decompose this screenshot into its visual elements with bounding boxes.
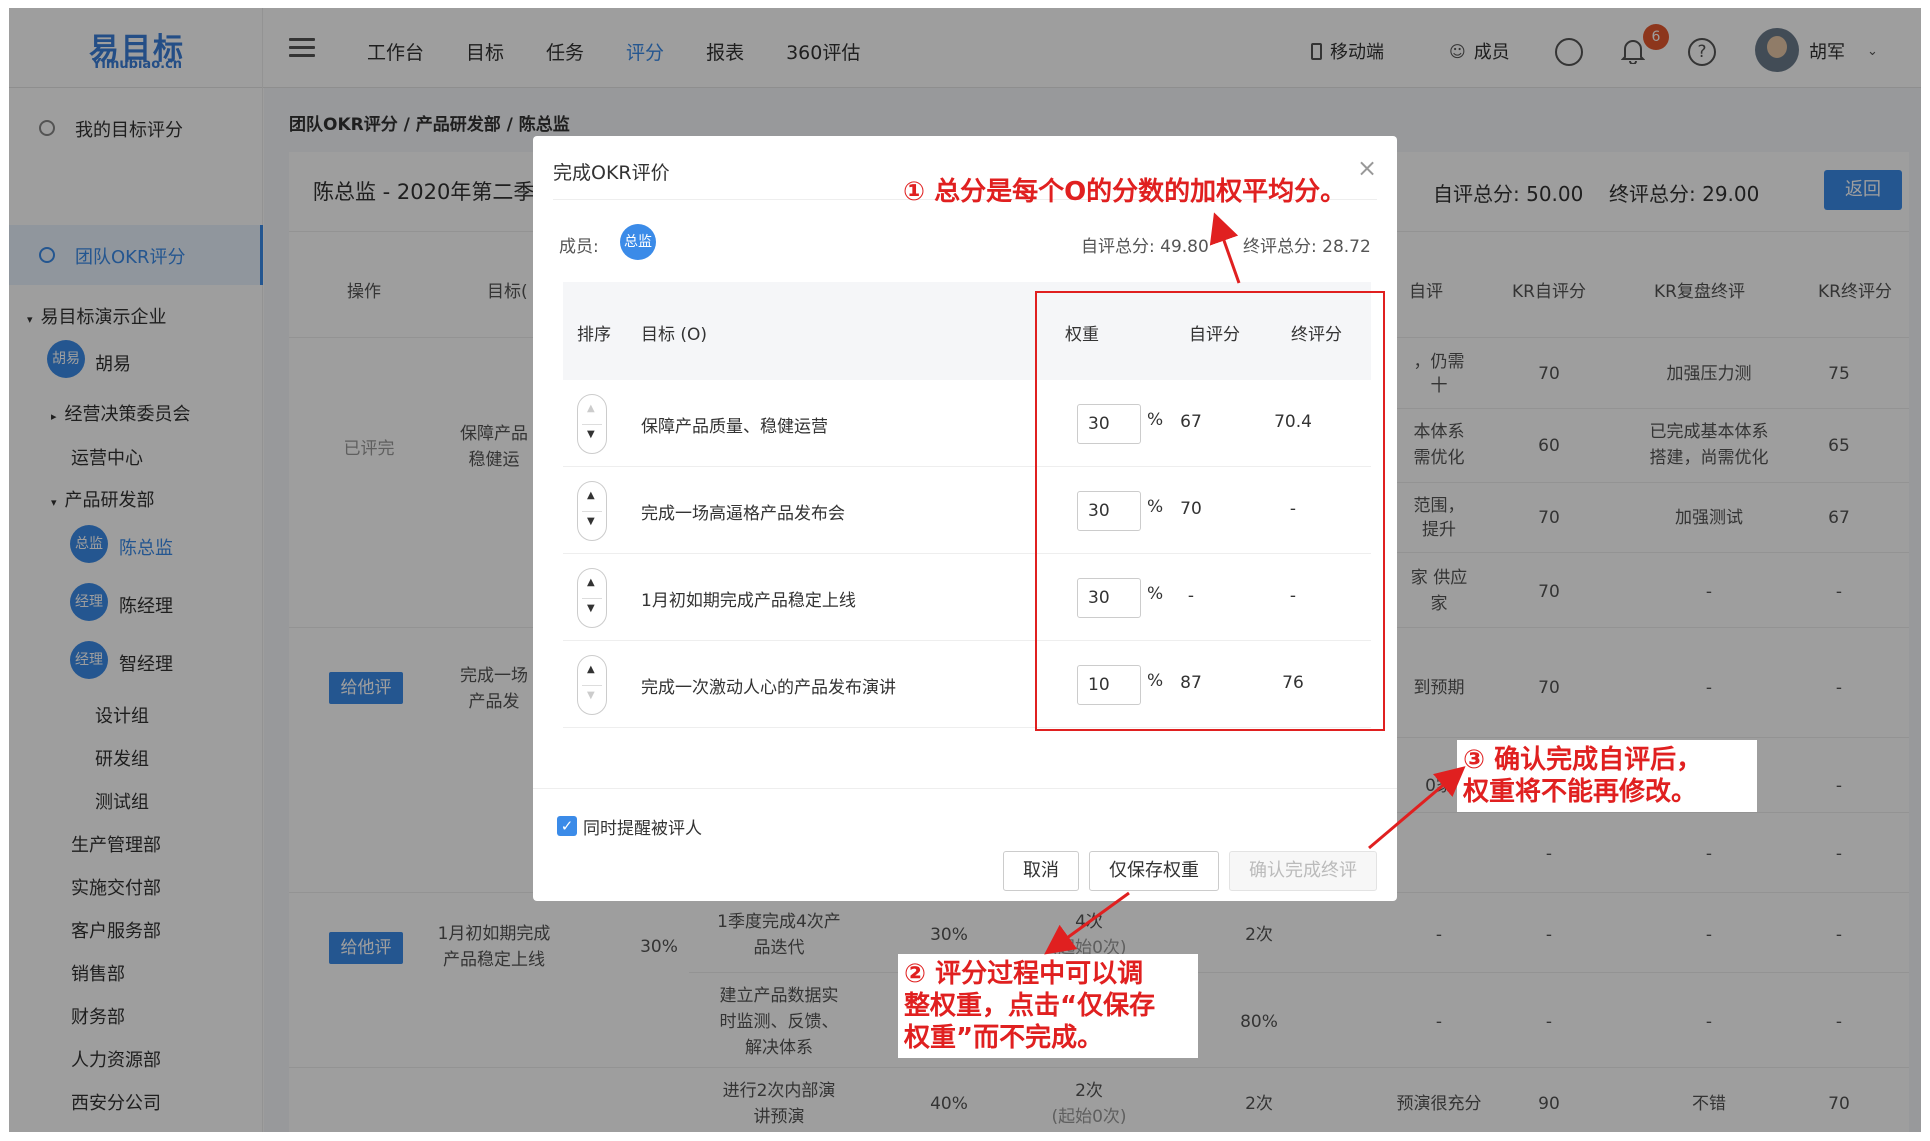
arrow-2: [1044, 891, 1130, 955]
arrow-3: [1368, 766, 1466, 850]
app-window: 易目标 Yimubiao.cn 工作台 目标 任务 评分 报表 360评估 移动…: [9, 8, 1921, 1132]
arrow-1: [1209, 212, 1241, 284]
annotation-arrows: [1044, 212, 1466, 955]
